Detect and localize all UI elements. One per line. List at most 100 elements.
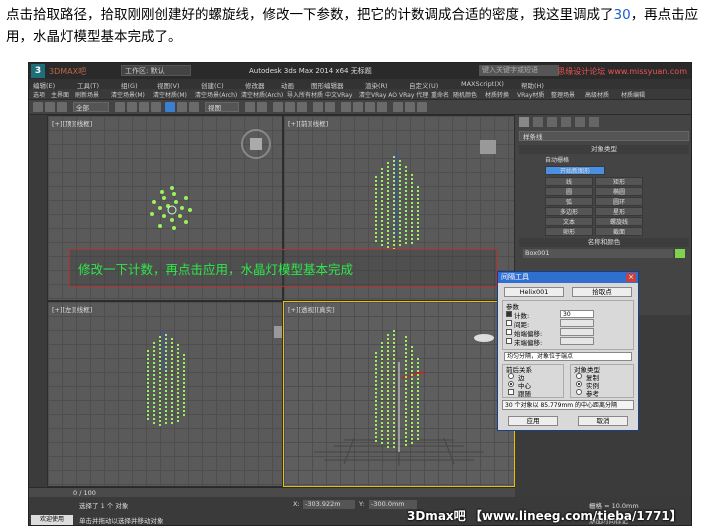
shape-text-button[interactable]: 文本 (545, 217, 593, 226)
link-icon[interactable] (57, 102, 67, 112)
cancel-button[interactable]: 取消 (578, 416, 628, 426)
align-icon[interactable] (325, 102, 335, 112)
app-logo[interactable]: 3 (31, 64, 45, 78)
manipulate-icon[interactable] (257, 102, 267, 112)
render-setup-icon[interactable] (393, 102, 403, 112)
subtab-options[interactable]: 选项 (33, 90, 45, 99)
viewport-left[interactable]: [+][左][线框] (47, 301, 283, 487)
shape-donut-button[interactable]: 圆环 (595, 197, 643, 206)
subtab-vray-material[interactable]: VRay材质 (517, 90, 544, 99)
shape-rectangle-button[interactable]: 矩形 (595, 177, 643, 186)
percent-snap-icon[interactable] (297, 102, 307, 112)
count-checkbox[interactable] (506, 311, 512, 317)
distribution-select[interactable]: 均匀分隔，对象位于端点 (504, 352, 632, 361)
schematic-view-icon[interactable] (365, 102, 375, 112)
x-coordinate-field[interactable]: -303.922m (303, 500, 355, 509)
subtab-advanced-material[interactable]: 高级材质 (585, 90, 609, 99)
subtab-material-convert[interactable]: 材质转换 (485, 90, 509, 99)
shape-arc-button[interactable]: 弧 (545, 197, 593, 206)
select-rotate-icon[interactable] (177, 102, 187, 112)
start-offset-checkbox[interactable] (506, 329, 512, 335)
article-caption: 点击拾取路径，拾取刚刚创建好的螺旋线，修改一下参数，把它的计数调成合适的密度，我… (6, 4, 714, 48)
hierarchy-tab-icon[interactable] (547, 117, 557, 127)
subtab-clear-vray-ao[interactable]: 清空VRay AO (359, 90, 397, 99)
subtab-vray-proxy[interactable]: VRay 代理 (399, 90, 428, 99)
shape-ngon-button[interactable]: 多边形 (545, 207, 593, 216)
subtab-organize-scene[interactable]: 整理场景 (551, 90, 575, 99)
watermark-bottom: 3Dmax吧 【www.lineeg.com/tieba/1771】 (407, 509, 682, 523)
context-centers-radio[interactable] (508, 381, 514, 387)
select-move-icon[interactable] (165, 102, 175, 112)
follow-checkbox[interactable] (508, 389, 514, 395)
subtab-random-color[interactable]: 随机颜色 (453, 90, 477, 99)
shape-circle-button[interactable]: 圆 (545, 187, 593, 196)
object-type-header[interactable]: 对象类型 (519, 145, 689, 154)
reference-radio[interactable] (576, 389, 582, 395)
pick-points-button[interactable]: 拾取点 (572, 287, 632, 297)
select-scale-icon[interactable] (189, 102, 199, 112)
viewport-perspective[interactable]: [+][透视][真实] (283, 301, 515, 487)
shape-ellipse-button[interactable]: 椭圆 (595, 187, 643, 196)
end-offset-input[interactable] (560, 337, 594, 345)
shape-category-select[interactable]: 样条线 (519, 131, 689, 141)
select-by-name-icon[interactable] (127, 102, 137, 112)
subtab-rename[interactable]: 重命名 (431, 90, 449, 99)
tutorial-banner: 修改一下计数，再点击应用，水晶灯模型基本完成 (69, 249, 497, 287)
maxscript-listener[interactable]: 欢迎使用 MAXSc (31, 515, 73, 525)
display-tab-icon[interactable] (575, 117, 585, 127)
window-crossing-icon[interactable] (151, 102, 161, 112)
angle-snap-icon[interactable] (285, 102, 295, 112)
motion-tab-icon[interactable] (561, 117, 571, 127)
create-tab-icon[interactable] (519, 117, 529, 127)
utilities-tab-icon[interactable] (589, 117, 599, 127)
subtab-clear-material[interactable]: 清空材质(M) (153, 90, 187, 99)
count-input[interactable]: 30 (560, 310, 594, 318)
name-color-header[interactable]: 名称和颜色 (519, 238, 689, 247)
end-offset-checkbox[interactable] (506, 338, 512, 344)
subtab-clear-scene-arch[interactable]: 清空场景(Arch) (195, 90, 237, 99)
apply-button[interactable]: 应用 (508, 416, 558, 426)
object-name-field[interactable]: Box001 (523, 249, 673, 258)
workspace-select[interactable]: 工作区: 默认 (121, 65, 191, 76)
subtab-refresh-scene[interactable]: 刷新场景 (75, 90, 99, 99)
subtab-main[interactable]: 主界面 (51, 90, 69, 99)
pivot-center-icon[interactable] (245, 102, 255, 112)
spacing-checkbox[interactable] (506, 320, 512, 326)
instance-radio[interactable] (576, 381, 582, 387)
rendered-frame-icon[interactable] (405, 102, 415, 112)
start-offset-input[interactable] (560, 328, 594, 336)
spacing-input[interactable] (560, 319, 594, 327)
rectangular-selection-icon[interactable] (139, 102, 149, 112)
context-edges-radio[interactable] (508, 373, 514, 379)
shape-section-button[interactable]: 截面 (595, 227, 643, 236)
curve-editor-icon[interactable] (353, 102, 363, 112)
subtab-import-materials[interactable]: 导入所有材质 (287, 90, 323, 99)
selection-filter-select[interactable]: 全部 (73, 102, 109, 112)
reference-coordinate-select[interactable]: 视图 (205, 102, 239, 112)
auto-grid-checkbox[interactable]: 自动栅格 (545, 156, 605, 165)
shape-egg-button[interactable]: 卵形 (545, 227, 593, 236)
shape-line-button[interactable]: 线 (545, 177, 593, 186)
subtab-clear-scene[interactable]: 清空场景(M) (111, 90, 145, 99)
redo-icon[interactable] (45, 102, 55, 112)
undo-icon[interactable] (33, 102, 43, 112)
close-icon[interactable]: × (626, 273, 636, 282)
subtab-chinese-vray[interactable]: 中文VRay (325, 90, 352, 99)
pick-path-button[interactable]: Helix001 (504, 287, 564, 297)
menu-maxscript[interactable]: MAXScript(X) (461, 80, 504, 88)
shape-star-button[interactable]: 星形 (595, 207, 643, 216)
mirror-icon[interactable] (313, 102, 323, 112)
snap-toggle-icon[interactable] (273, 102, 283, 112)
copy-radio[interactable] (576, 373, 582, 379)
object-color-swatch[interactable] (675, 249, 685, 258)
start-new-shape-button[interactable]: 开始新图形 (545, 166, 605, 175)
subtab-clear-material-arch[interactable]: 清空材质(Arch) (241, 90, 283, 99)
search-input[interactable]: 键入关键字或短语 (479, 65, 559, 76)
select-object-icon[interactable] (115, 102, 125, 112)
shape-helix-button[interactable]: 螺旋线 (595, 217, 643, 226)
subtab-material-editor[interactable]: 材质编辑 (621, 90, 645, 99)
material-editor-icon[interactable] (377, 102, 387, 112)
render-icon[interactable] (417, 102, 427, 112)
layer-manager-icon[interactable] (341, 102, 351, 112)
modify-tab-icon[interactable] (533, 117, 543, 127)
